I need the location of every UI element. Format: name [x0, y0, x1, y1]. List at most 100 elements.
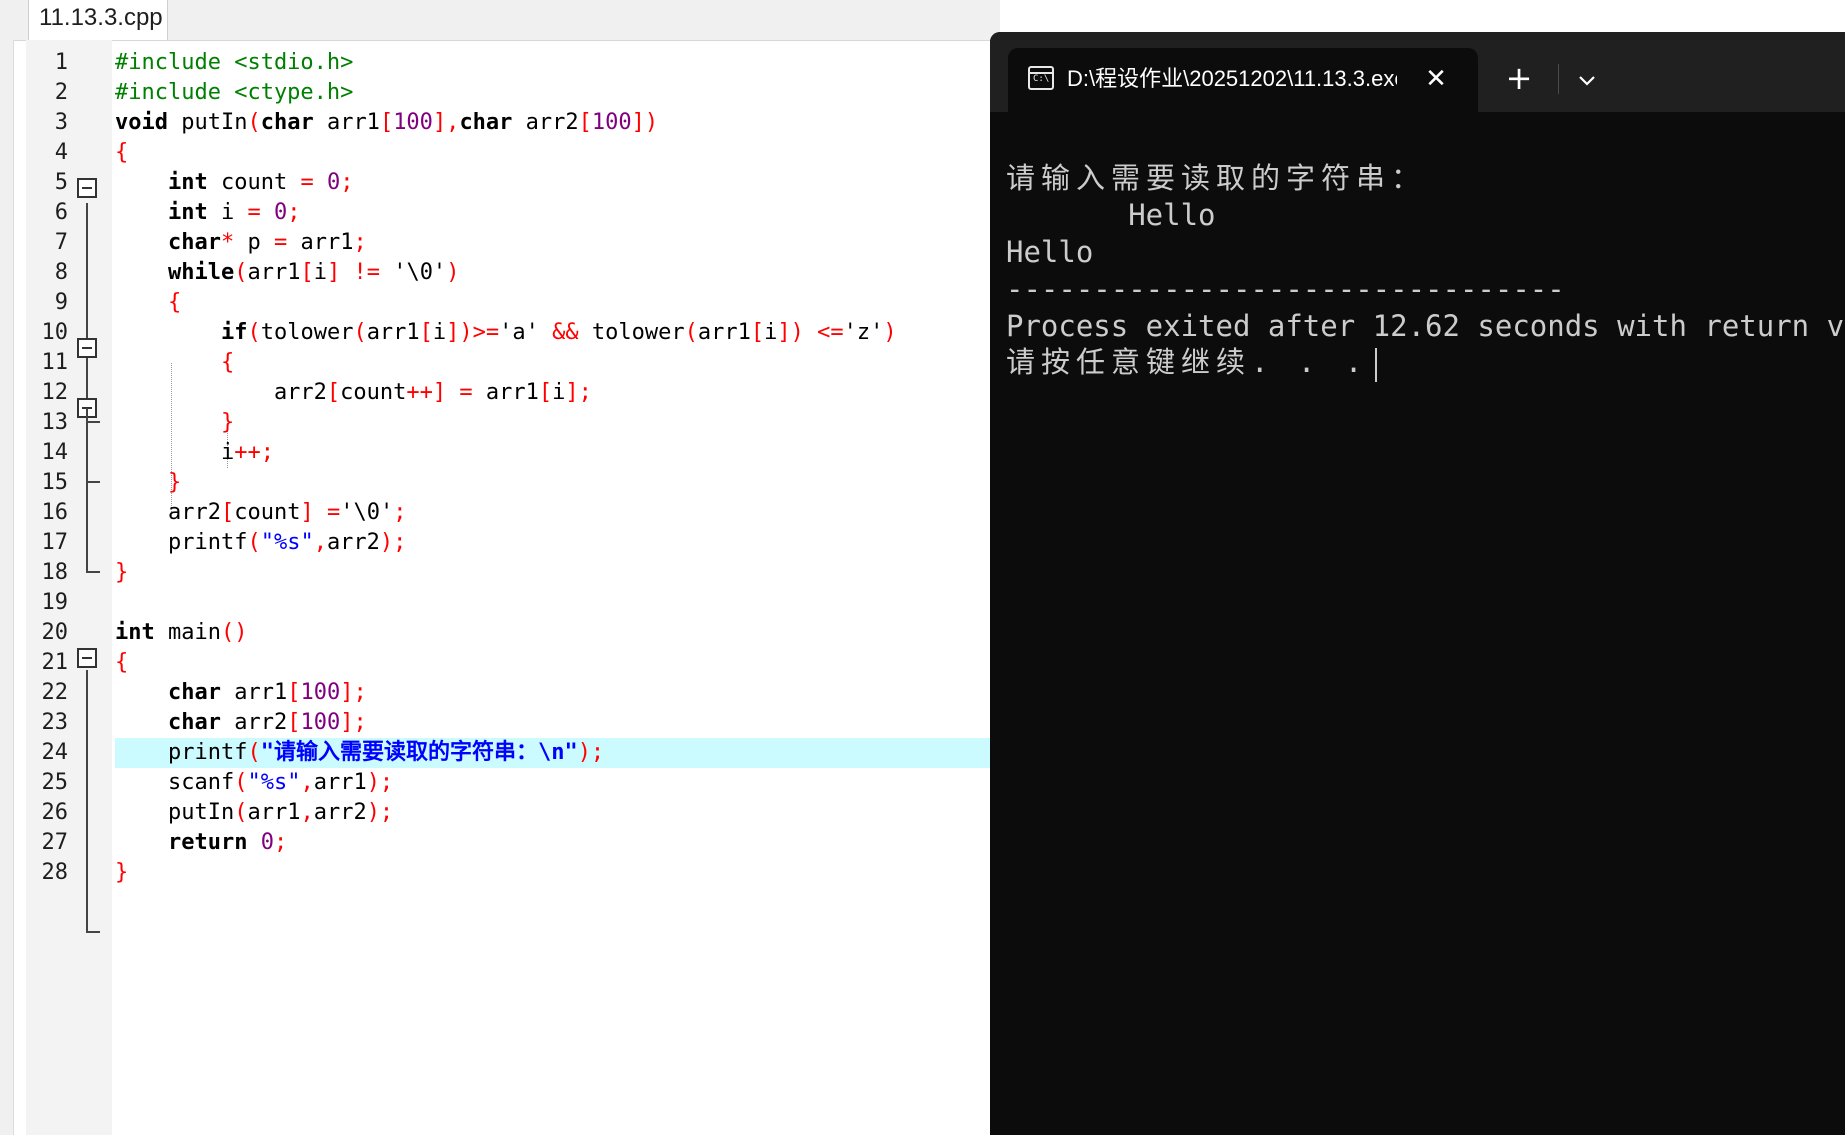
- code-token: arr2: [313, 800, 367, 825]
- code-text[interactable]: {: [115, 288, 990, 318]
- code-token: arr1: [366, 320, 420, 345]
- line-number: 26: [41, 800, 69, 825]
- code-line[interactable]: 28}: [0, 858, 1000, 888]
- code-line[interactable]: 23 char arr2[100];: [0, 708, 1000, 738]
- code-text[interactable]: }: [115, 468, 990, 498]
- code-line[interactable]: 21 {: [0, 648, 1000, 678]
- code-token: }: [115, 560, 129, 585]
- code-token: {: [167, 290, 182, 315]
- code-text[interactable]: arr2[count++] = arr1[i];: [115, 378, 990, 408]
- code-line[interactable]: 4{: [0, 138, 1000, 168]
- code-line[interactable]: 15 }: [0, 468, 1000, 498]
- code-line[interactable]: 16 arr2[count] ='\0';: [0, 498, 1000, 528]
- code-line[interactable]: 9 {: [0, 288, 1000, 318]
- code-text[interactable]: void putIn(char arr1[100],char arr2[100]…: [115, 108, 990, 138]
- code-text[interactable]: while(arr1[i] != '\0'): [115, 258, 990, 288]
- code-text[interactable]: }: [115, 408, 990, 438]
- code-text[interactable]: char arr1[100];: [115, 678, 990, 708]
- code-line[interactable]: 6 int i = 0;: [0, 198, 1000, 228]
- code-line[interactable]: 14 i++;: [0, 438, 1000, 468]
- code-token: i: [764, 320, 778, 345]
- code-token: {: [220, 350, 235, 375]
- code-token: [: [578, 110, 592, 135]
- file-tab[interactable]: 11.13.3.cpp: [28, 0, 168, 40]
- code-token: !=: [353, 260, 380, 285]
- code-text[interactable]: {: [115, 138, 990, 168]
- code-text[interactable]: return 0;: [115, 828, 990, 858]
- code-text[interactable]: int i = 0;: [115, 198, 990, 228]
- close-tab-button[interactable]: ✕: [1421, 64, 1451, 94]
- code-text[interactable]: int count = 0;: [115, 168, 990, 198]
- code-line[interactable]: 19: [0, 588, 1000, 618]
- code-token: );: [366, 800, 394, 825]
- code-token: =: [300, 170, 314, 195]
- code-line[interactable]: 5 int count = 0;: [0, 168, 1000, 198]
- code-line[interactable]: 7 char* p = arr1;: [0, 228, 1000, 258]
- code-line[interactable]: 20 int main(): [0, 618, 1000, 648]
- code-token: if: [220, 320, 248, 345]
- code-text[interactable]: printf("请输入需要读取的字符串：\n");: [115, 738, 990, 768]
- code-token: <=: [817, 320, 844, 345]
- line-number: 11: [41, 350, 69, 375]
- code-text[interactable]: }: [115, 858, 990, 888]
- code-token: [: [220, 500, 235, 525]
- code-text[interactable]: if(tolower(arr1[i])>='a' && tolower(arr1…: [115, 318, 990, 348]
- code-line[interactable]: 17 printf("%s",arr2);: [0, 528, 1000, 558]
- terminal-tab[interactable]: C:\ D:\程设作业\20251202\11.13.3.exe ✕: [1008, 48, 1478, 112]
- code-token: ])>=: [446, 320, 500, 345]
- new-tab-button[interactable]: +: [1502, 62, 1536, 96]
- code-token: putIn: [115, 800, 235, 825]
- code-text[interactable]: i++;: [115, 438, 990, 468]
- code-line[interactable]: 2 #include <ctype.h>: [0, 78, 1000, 108]
- code-line[interactable]: 22 char arr1[100];: [0, 678, 1000, 708]
- code-text[interactable]: int main(): [115, 618, 990, 648]
- code-token: [: [379, 110, 394, 135]
- code-line[interactable]: 24 printf("请输入需要读取的字符串：\n");: [0, 738, 1000, 768]
- code-token: }: [115, 860, 129, 885]
- code-line[interactable]: 13 }: [0, 408, 1000, 438]
- terminal-titlebar[interactable]: C:\ D:\程设作业\20251202\11.13.3.exe ✕ +: [990, 32, 1845, 112]
- code-line[interactable]: 26 putIn(arr1,arr2);: [0, 798, 1000, 828]
- code-token: ;: [287, 200, 301, 225]
- code-token: 100: [591, 110, 632, 135]
- code-line[interactable]: 8 while(arr1[i] != '\0'): [0, 258, 1000, 288]
- terminal-divider-line: --------------------------------: [1006, 272, 1565, 306]
- code-editor[interactable]: 11.13.3.cpp 1 #include <stdio.h> 2 #include…: [0, 0, 1000, 1135]
- code-token: arr1: [472, 380, 539, 405]
- code-text[interactable]: [115, 588, 990, 618]
- code-token: p: [234, 230, 274, 255]
- code-text[interactable]: {: [115, 648, 990, 678]
- code-text[interactable]: char* p = arr1;: [115, 228, 990, 258]
- code-token: ]: [300, 500, 314, 525]
- code-line[interactable]: 25 scanf("%s",arr1);: [0, 768, 1000, 798]
- code-text[interactable]: #include <stdio.h>: [115, 48, 990, 78]
- code-text[interactable]: char arr2[100];: [115, 708, 990, 738]
- code-line[interactable]: 1 #include <stdio.h>: [0, 48, 1000, 78]
- line-number: 7: [54, 230, 68, 255]
- code-line[interactable]: 11 {: [0, 348, 1000, 378]
- code-token: int: [167, 200, 208, 225]
- code-token: (: [234, 800, 248, 825]
- code-line[interactable]: 18}: [0, 558, 1000, 588]
- code-text[interactable]: printf("%s",arr2);: [115, 528, 990, 558]
- code-line[interactable]: 27 return 0;: [0, 828, 1000, 858]
- code-line[interactable]: 10 if(tolower(arr1[i])>='a' && tolower(a…: [0, 318, 1000, 348]
- code-line[interactable]: 12 arr2[count++] = arr1[i];: [0, 378, 1000, 408]
- code-token: {: [115, 140, 129, 165]
- code-text[interactable]: #include <ctype.h>: [115, 78, 990, 108]
- code-text[interactable]: arr2[count] ='\0';: [115, 498, 990, 528]
- tab-dropdown-button[interactable]: [1570, 64, 1604, 98]
- code-text[interactable]: {: [115, 348, 990, 378]
- code-line[interactable]: 3 void putIn(char arr1[100],char arr2[100…: [0, 108, 1000, 138]
- code-text[interactable]: putIn(arr1,arr2);: [115, 798, 990, 828]
- code-token: ]: [326, 260, 341, 285]
- code-text[interactable]: scanf("%s",arr1);: [115, 768, 990, 798]
- code-text[interactable]: }: [115, 558, 990, 588]
- terminal-window[interactable]: C:\ D:\程设作业\20251202\11.13.3.exe ✕ + 请输入…: [990, 32, 1845, 1135]
